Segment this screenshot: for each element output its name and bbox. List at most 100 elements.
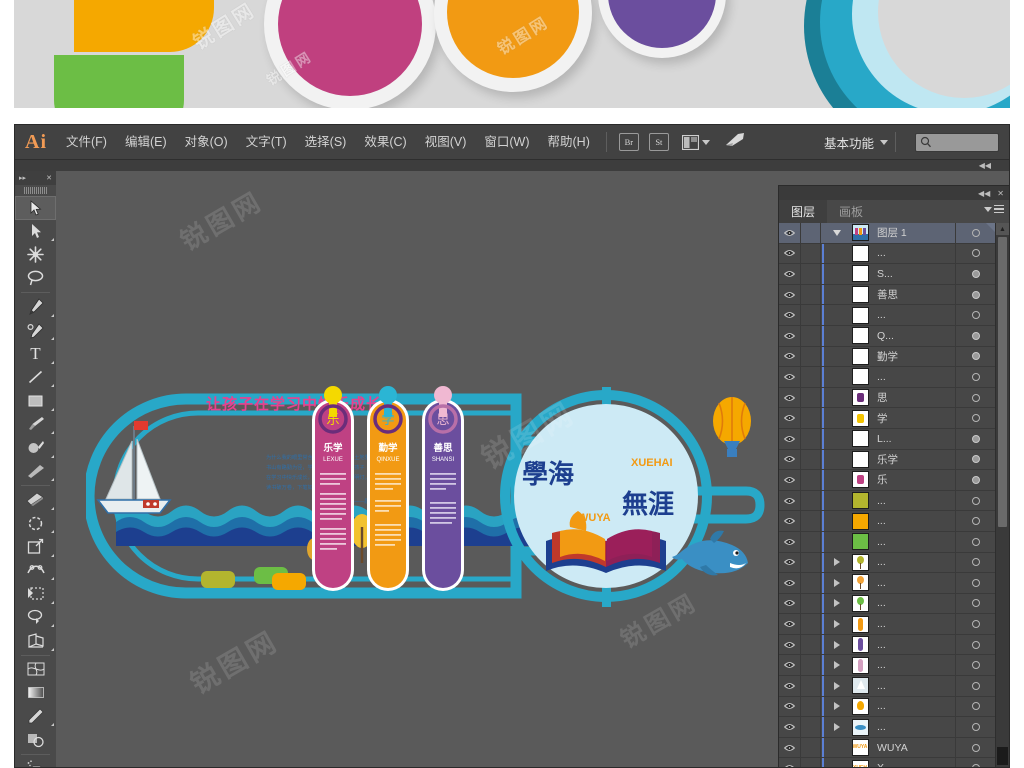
layer-row[interactable]: ... (779, 531, 996, 553)
workspace-switcher[interactable]: 基本功能 (824, 133, 874, 152)
layer-row[interactable]: ... (779, 305, 996, 326)
layer-row[interactable]: ... (779, 490, 996, 512)
layer-row[interactable]: ... (779, 696, 996, 718)
lock-toggle[interactable] (801, 408, 821, 428)
layer-name[interactable]: ... (872, 367, 956, 387)
lock-toggle[interactable] (801, 223, 821, 243)
visibility-toggle[interactable] (779, 696, 801, 717)
lock-toggle[interactable] (801, 717, 821, 737)
menu-select[interactable]: 选择(S) (296, 125, 356, 159)
lock-toggle[interactable] (801, 387, 821, 408)
layer-name[interactable]: ... (872, 305, 956, 325)
layer-name[interactable]: ... (872, 614, 956, 634)
symbol-sprayer-tool[interactable] (15, 757, 56, 767)
layer-name[interactable]: ... (872, 490, 956, 511)
layer-name[interactable]: 学 (872, 408, 956, 428)
line-segment-tool[interactable] (15, 366, 56, 390)
visibility-toggle[interactable] (779, 223, 801, 243)
perspective-grid-tool[interactable] (15, 629, 56, 653)
layer-name[interactable]: ... (872, 634, 956, 655)
visibility-toggle[interactable] (779, 470, 801, 490)
layer-target-indicator[interactable] (956, 764, 996, 767)
lock-toggle[interactable] (801, 490, 821, 511)
menu-window[interactable]: 窗口(W) (475, 125, 538, 159)
visibility-toggle[interactable] (779, 511, 801, 531)
collapse-layers-icon[interactable]: ◀◀ (978, 189, 990, 198)
layer-name[interactable]: ... (872, 573, 956, 593)
lock-toggle[interactable] (801, 634, 821, 655)
type-tool[interactable]: T (15, 342, 56, 366)
layer-row[interactable]: 乐 (779, 470, 996, 491)
eyedropper-tool[interactable] (15, 705, 56, 729)
layer-target-indicator[interactable] (956, 537, 996, 546)
layer-row[interactable]: ... (779, 593, 996, 615)
bridge-button[interactable]: Br (618, 133, 639, 151)
close-layers-icon[interactable]: ✕ (997, 189, 1004, 198)
menu-help[interactable]: 帮助(H) (539, 125, 599, 159)
layer-name[interactable]: ... (872, 696, 956, 717)
layer-row[interactable]: Q... (779, 325, 996, 347)
menu-edit[interactable]: 编辑(E) (116, 125, 176, 159)
disclosure-triangle[interactable] (826, 229, 848, 236)
lock-toggle[interactable] (801, 573, 821, 593)
pill-lexue[interactable]: 乐 乐学 LEXUE (312, 386, 354, 591)
layer-name[interactable]: 勤学 (872, 346, 956, 367)
layer-name[interactable]: ... (872, 243, 956, 264)
layer-name[interactable]: 乐学 (872, 449, 956, 470)
free-transform-tool[interactable] (15, 582, 56, 606)
lock-toggle[interactable] (801, 696, 821, 717)
disclosure-triangle[interactable] (826, 578, 848, 587)
search-input[interactable] (915, 132, 999, 152)
menu-effect[interactable]: 效果(C) (355, 125, 415, 159)
tab-artboards[interactable]: 画板 (827, 200, 875, 223)
layer-row[interactable]: 学 (779, 408, 996, 429)
visibility-toggle[interactable] (779, 634, 801, 655)
layer-target-indicator[interactable] (956, 414, 996, 423)
medallion[interactable]: 學海 無涯 XUEHAI WUYA (500, 390, 712, 602)
scroll-up-button[interactable]: ▲ (996, 223, 1009, 235)
layer-name[interactable]: 思 (872, 387, 956, 408)
layer-target-indicator[interactable] (956, 661, 996, 670)
lock-toggle[interactable] (801, 470, 821, 490)
disclosure-triangle[interactable] (826, 681, 848, 690)
visibility-toggle[interactable] (779, 717, 801, 737)
close-tools-icon[interactable]: ✕ (46, 174, 52, 182)
lock-toggle[interactable] (801, 614, 821, 634)
visibility-toggle[interactable] (779, 449, 801, 470)
lock-toggle[interactable] (801, 531, 821, 552)
layer-target-indicator[interactable] (956, 372, 996, 381)
disclosure-triangle[interactable] (826, 702, 848, 711)
visibility-toggle[interactable] (779, 531, 801, 552)
layer-name[interactable]: ... (872, 552, 956, 573)
disclosure-triangle[interactable] (826, 620, 848, 629)
layer-target-indicator[interactable] (956, 620, 996, 629)
lock-toggle[interactable] (801, 325, 821, 346)
layer-row[interactable]: S... (779, 264, 996, 285)
layer-name[interactable]: ... (872, 717, 956, 737)
visibility-toggle[interactable] (779, 243, 801, 264)
layer-target-indicator[interactable] (956, 249, 996, 258)
layer-name[interactable]: ... (872, 655, 956, 676)
lock-toggle[interactable] (801, 655, 821, 676)
arrange-documents-button[interactable] (681, 134, 710, 150)
layer-row[interactable]: WUYA WUYA (779, 737, 996, 759)
lock-toggle[interactable] (801, 346, 821, 367)
layer-row[interactable]: 勤学 (779, 346, 996, 368)
visibility-toggle[interactable] (779, 676, 801, 696)
pen-tool[interactable] (15, 295, 56, 319)
disclosure-triangle[interactable] (826, 599, 848, 608)
visibility-toggle[interactable] (779, 367, 801, 387)
layer-target-indicator[interactable] (956, 702, 996, 711)
lock-toggle[interactable] (801, 758, 821, 767)
layer-target-indicator[interactable] (956, 393, 996, 402)
layer-target-indicator[interactable] (956, 331, 996, 340)
layer-target-indicator[interactable] (956, 311, 996, 320)
visibility-toggle[interactable] (779, 737, 801, 758)
layer-target-indicator[interactable] (956, 269, 996, 278)
lock-toggle[interactable] (801, 284, 821, 305)
layer-name[interactable]: ... (872, 676, 956, 696)
shape-builder-tool[interactable] (15, 606, 56, 630)
lock-toggle[interactable] (801, 449, 821, 470)
layer-row[interactable]: ... (779, 552, 996, 574)
menu-file[interactable]: 文件(F) (57, 125, 116, 159)
